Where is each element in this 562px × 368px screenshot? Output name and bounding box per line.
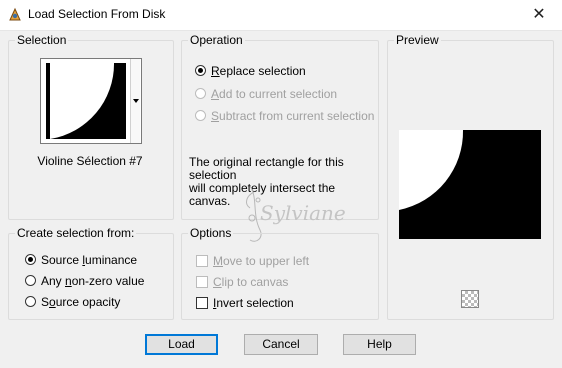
info-line-1: The original rectangle for this selectio… <box>189 155 344 182</box>
checkbox-clip-to-canvas[interactable]: Clip to canvas <box>196 274 288 290</box>
checkbox-label: Move to upper left <box>213 253 310 268</box>
close-button[interactable]: ✕ <box>516 0 562 30</box>
selection-thumbnail-picker[interactable] <box>40 58 142 144</box>
create-from-group-label: Create selection from: <box>15 226 137 240</box>
radio-subtract-from-current[interactable]: Subtract from current selection <box>195 108 374 124</box>
radio-label: Source opacity <box>41 294 121 309</box>
radio-source-luminance[interactable]: Source luminance <box>25 252 137 268</box>
radio-label: Subtract from current selection <box>211 108 375 123</box>
preview-canvas <box>399 130 541 239</box>
info-line-2: will completely intersect the canvas. <box>189 181 336 208</box>
checkbox[interactable] <box>196 254 208 267</box>
load-button[interactable]: Load <box>145 334 218 355</box>
checkbox[interactable] <box>196 296 208 309</box>
cancel-button[interactable]: Cancel <box>244 334 318 355</box>
radio-label: Source luminance <box>41 252 138 267</box>
radio-label: Add to current selection <box>211 86 338 101</box>
radio-source-opacity[interactable]: Source opacity <box>25 294 120 310</box>
title-bar: Load Selection From Disk ✕ <box>0 0 562 31</box>
radio-button[interactable] <box>25 296 36 308</box>
operation-info-text: The original rectangle for this selectio… <box>189 156 375 208</box>
selection-name: Violine Sélection #7 <box>37 154 143 168</box>
checkerboard-icon[interactable] <box>461 290 479 308</box>
radio-button[interactable] <box>195 65 206 77</box>
checkbox-invert-selection[interactable]: Invert selection <box>196 295 294 311</box>
paintshop-app-icon <box>9 7 21 21</box>
selection-thumbnail <box>46 63 126 139</box>
radio-add-to-current[interactable]: Add to current selection <box>195 86 337 102</box>
options-group-label: Options <box>188 226 234 240</box>
preview-group-label: Preview <box>394 33 441 47</box>
radio-replace-selection[interactable]: Replace selection <box>195 63 306 79</box>
checkbox[interactable] <box>196 275 208 288</box>
radio-label: Any non-zero value <box>41 273 145 288</box>
checkbox-label: Clip to canvas <box>213 274 289 289</box>
thumbnail-dropdown-arrow[interactable] <box>130 59 140 143</box>
radio-label: Replace selection <box>211 63 306 78</box>
radio-button[interactable] <box>195 110 206 122</box>
selection-group-label: Selection <box>15 33 69 47</box>
radio-button[interactable] <box>195 88 206 100</box>
operation-group-label: Operation <box>188 33 245 47</box>
window-title: Load Selection From Disk <box>28 7 166 21</box>
checkbox-label: Invert selection <box>213 295 294 310</box>
help-button[interactable]: Help <box>343 334 416 355</box>
checkbox-move-to-upper-left[interactable]: Move to upper left <box>196 253 309 269</box>
radio-any-non-zero[interactable]: Any non-zero value <box>25 273 144 289</box>
radio-button[interactable] <box>25 275 36 287</box>
radio-button[interactable] <box>25 254 36 266</box>
